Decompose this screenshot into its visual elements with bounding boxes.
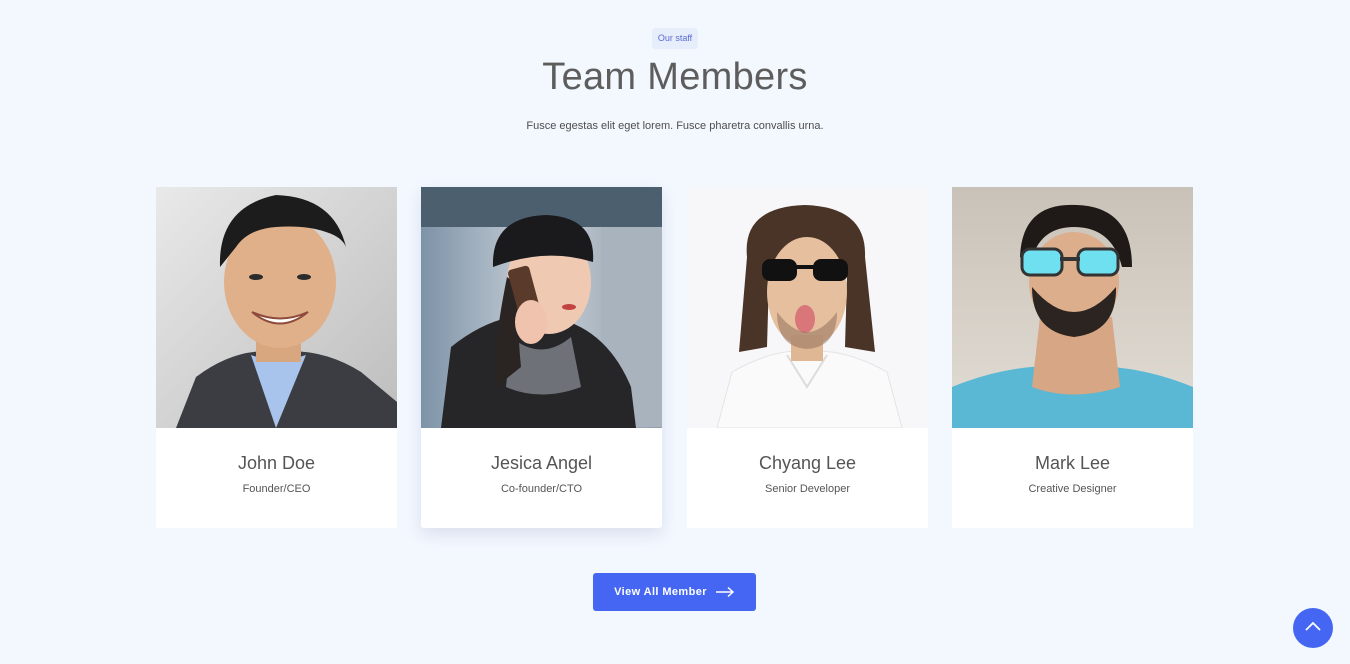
member-name: Jesica Angel (490, 453, 593, 473)
arrow-right-icon (715, 586, 735, 598)
member-name: John Doe (237, 453, 316, 473)
team-card-2[interactable]: Jesica Angel Co-founder/CTO (421, 187, 662, 528)
member-role: Co-founder/CTO (500, 483, 583, 495)
member-role: Senior Developer (765, 483, 850, 495)
section-subtitle: Fusce egestas elit eget lorem. Fusce pha… (526, 120, 824, 132)
team-card-1[interactable]: John Doe Founder/CEO (156, 187, 397, 528)
member-role: Founder/CEO (242, 483, 311, 495)
team-section: Our staff Team Members Fusce egestas eli… (0, 0, 1350, 664)
chevron-up-icon (1304, 619, 1322, 637)
cta-label: View All Member (614, 586, 707, 598)
section-badge: Our staff (652, 28, 698, 49)
member-photo (421, 187, 662, 428)
section-title: Team Members (542, 56, 808, 98)
view-all-members-button[interactable]: View All Member (593, 573, 756, 611)
member-name: Chyang Lee (758, 453, 857, 473)
scroll-to-top-button[interactable] (1293, 608, 1333, 648)
team-card-3[interactable]: Chyang Lee Senior Developer (687, 187, 928, 528)
member-photo (156, 187, 397, 428)
member-photo (952, 187, 1193, 428)
team-card-4[interactable]: Mark Lee Creative Designer (952, 187, 1193, 528)
member-photo (687, 187, 928, 428)
member-name: Mark Lee (1034, 453, 1111, 473)
member-role: Creative Designer (1028, 483, 1117, 495)
